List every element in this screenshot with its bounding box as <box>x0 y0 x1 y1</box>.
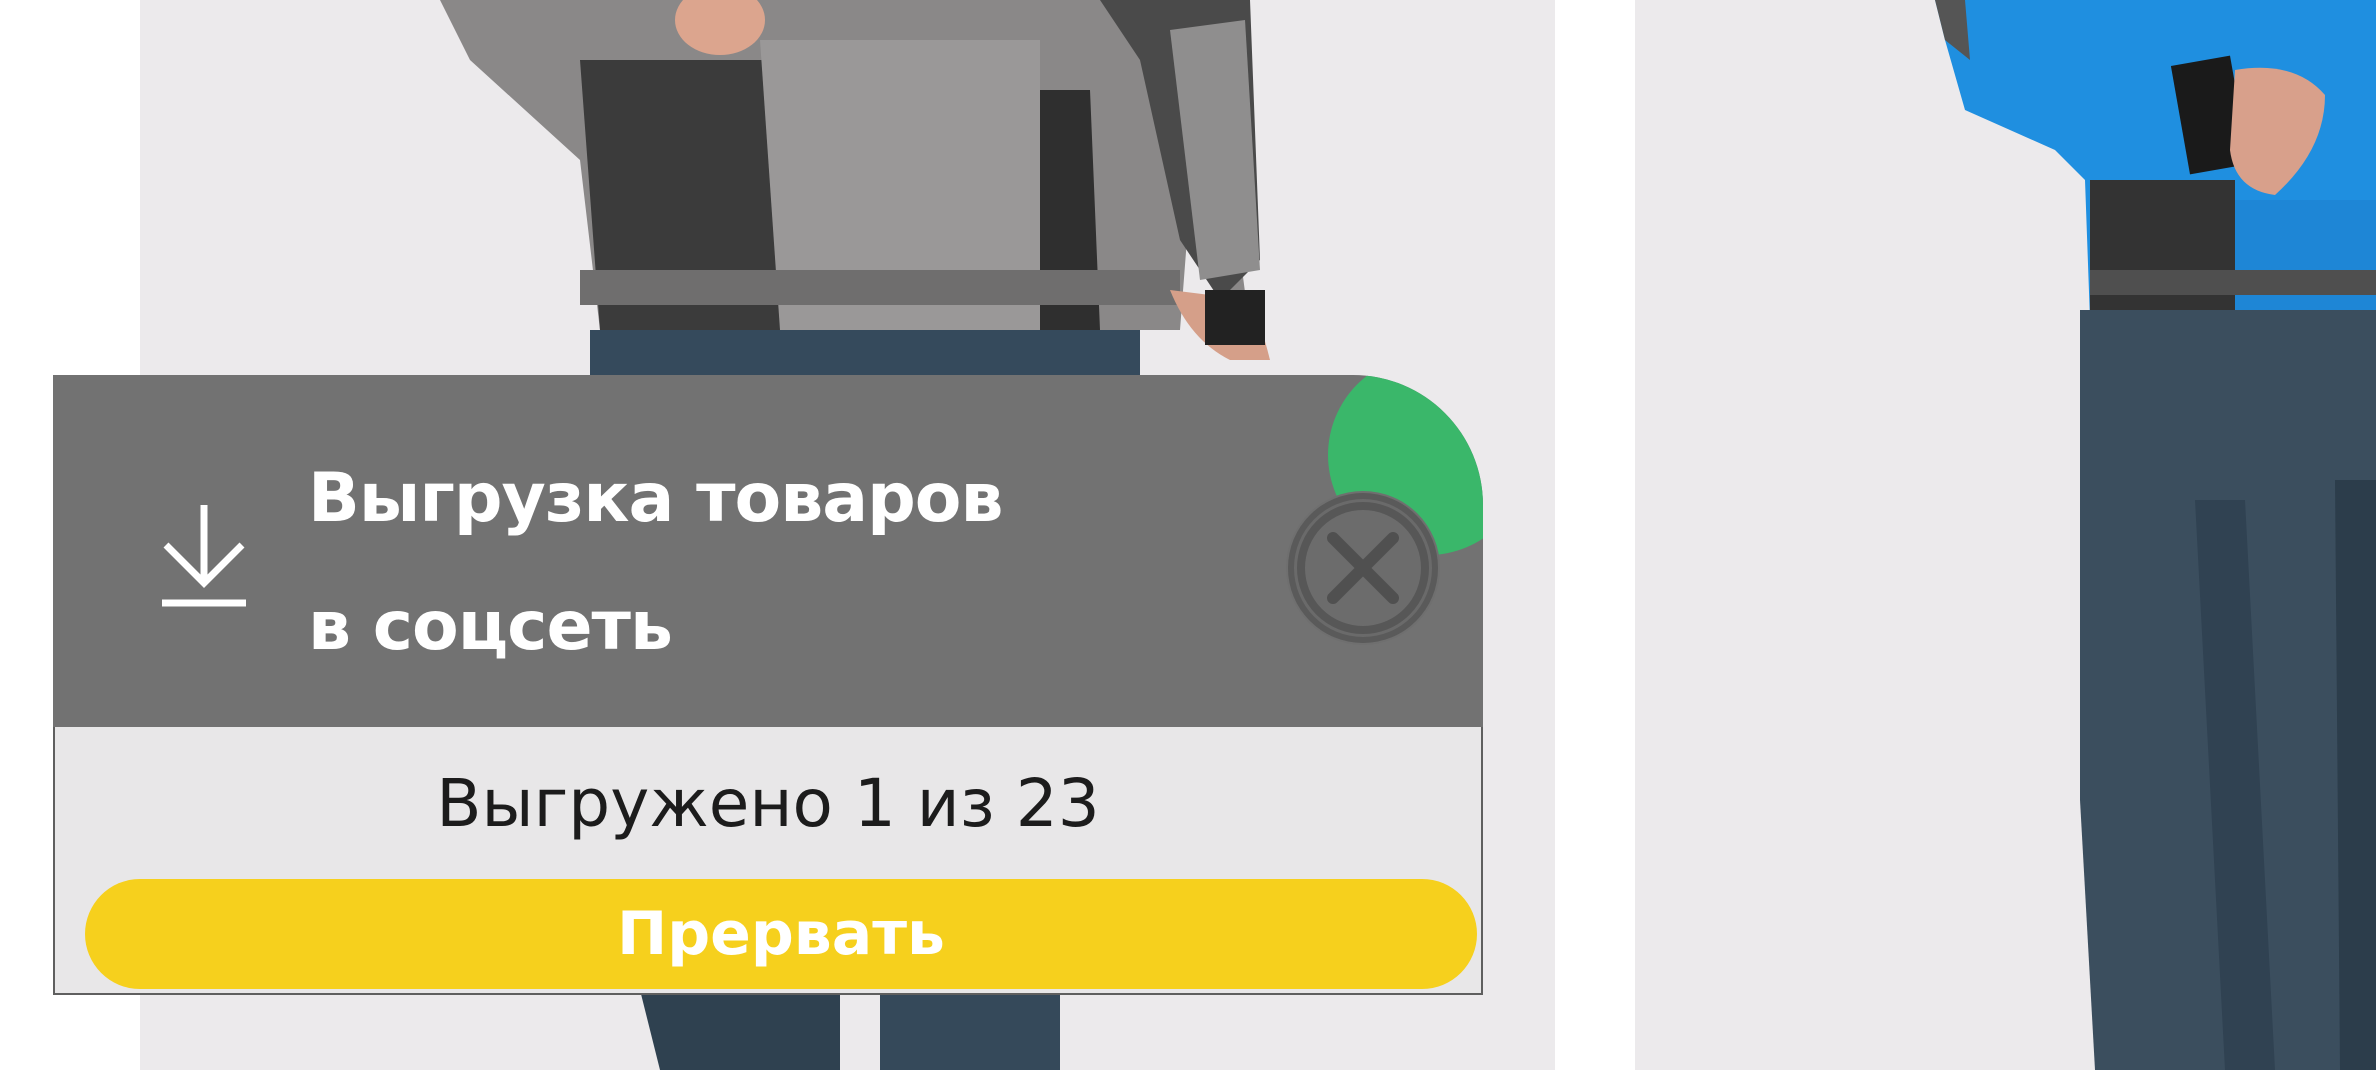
dialog-title: Выгрузка товаров в соцсеть <box>308 435 1108 691</box>
page: Выгрузка товаров в соцсеть Выгружено 1 и… <box>0 0 2376 1070</box>
download-icon <box>162 505 246 607</box>
abort-button[interactable]: Прервать <box>85 879 1477 989</box>
dialog-title-line2: в соцсеть <box>308 587 673 666</box>
upload-dialog: Выгрузка товаров в соцсеть Выгружено 1 и… <box>53 375 1483 995</box>
product-card[interactable] <box>1635 0 2376 1070</box>
dialog-header: Выгрузка товаров в соцсеть <box>53 375 1483 727</box>
progress-status: Выгружено 1 из 23 <box>436 765 1100 842</box>
dialog-title-line1: Выгрузка товаров <box>308 459 1004 538</box>
product-photo <box>1935 0 2376 1070</box>
close-icon <box>1297 502 1429 634</box>
dialog-body: Выгружено 1 из 23 Прервать <box>53 727 1483 995</box>
close-button[interactable] <box>1288 493 1438 643</box>
